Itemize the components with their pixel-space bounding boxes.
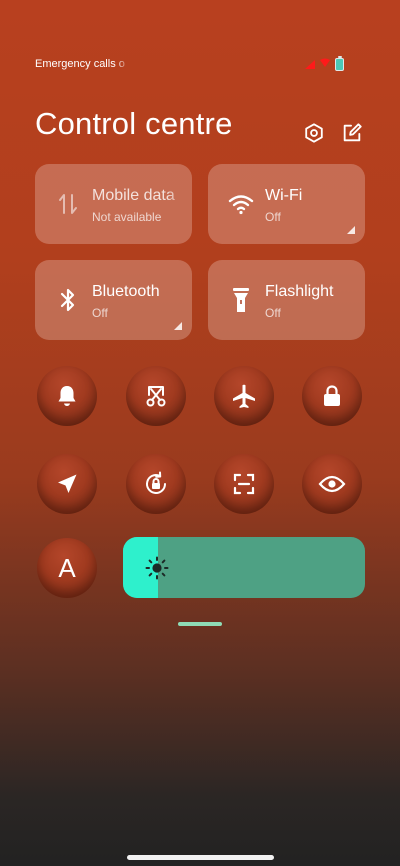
bell-icon [58, 386, 76, 406]
brightness-slider[interactable] [123, 537, 365, 598]
lock-icon [324, 385, 340, 406]
location-toggle[interactable] [37, 454, 97, 514]
mobile-data-icon [55, 190, 81, 218]
tile-label: Mobile data [92, 187, 175, 204]
tile-status: Off [92, 306, 108, 320]
rotation-lock-icon [146, 471, 166, 494]
tile-status: Off [265, 306, 281, 320]
status-bar: Emergency calls o [35, 55, 344, 73]
tile-status: Not available [92, 210, 162, 224]
tile-label: Wi-Fi [265, 187, 303, 204]
tile-status: Off [265, 210, 281, 224]
reading-mode-toggle[interactable] [302, 454, 362, 514]
eye-icon [318, 475, 346, 493]
settings-button[interactable] [302, 121, 326, 145]
tile-label: Bluetooth [92, 283, 160, 300]
sun-icon [145, 556, 169, 580]
airplane-icon [233, 384, 255, 408]
battery-icon [335, 55, 344, 71]
rotation-lock-toggle[interactable] [126, 454, 186, 514]
auto-brightness-toggle[interactable]: A [37, 538, 97, 598]
edit-icon [343, 123, 362, 142]
wifi-icon [228, 190, 254, 218]
carrier-status-text: Emergency calls o [35, 58, 125, 70]
bluetooth-tile[interactable]: Bluetooth Off [35, 260, 192, 340]
page-title: Control centre [35, 106, 233, 141]
expand-corner-icon[interactable] [174, 322, 182, 330]
airplane-mode-toggle[interactable] [214, 366, 274, 426]
bluetooth-icon [55, 286, 81, 314]
lock-screen-toggle[interactable] [302, 366, 362, 426]
screenshot-toggle[interactable] [126, 366, 186, 426]
flashlight-icon [228, 286, 254, 314]
scanner-toggle[interactable] [214, 454, 274, 514]
tile-label: Flashlight [265, 283, 334, 300]
signal-secondary-icon [319, 55, 331, 73]
signal-icon [305, 59, 315, 69]
flashlight-tile[interactable]: Flashlight Off [208, 260, 365, 340]
letter-a-icon: A [58, 552, 76, 583]
settings-icon [305, 123, 323, 143]
page-indicator [178, 622, 222, 626]
scan-icon [233, 473, 255, 495]
mobile-data-tile[interactable]: Mobile data Not available [35, 164, 192, 244]
scissors-icon [146, 386, 166, 407]
expand-corner-icon[interactable] [347, 226, 355, 234]
home-gesture-bar[interactable] [127, 855, 274, 860]
status-icons [305, 55, 344, 73]
location-arrow-icon [58, 474, 77, 493]
wifi-tile[interactable]: Wi-Fi Off [208, 164, 365, 244]
edit-button[interactable] [340, 121, 364, 145]
notification-toggle[interactable] [37, 366, 97, 426]
